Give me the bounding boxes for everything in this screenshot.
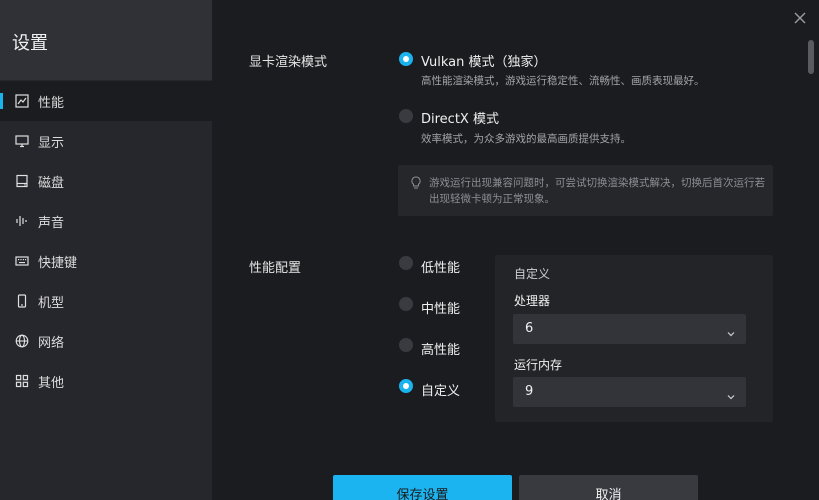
memory-select[interactable]: 9: [513, 377, 746, 407]
sidebar-item-label: 磁盘: [38, 175, 65, 191]
chevron-down-icon: [726, 324, 736, 337]
memory-select-value: 9: [525, 384, 534, 399]
custom-performance-label[interactable]: 自定义: [421, 380, 460, 399]
medium-performance-radio[interactable]: [399, 297, 413, 311]
settings-content: 显卡渲染模式 Vulkan 模式（独家） 高性能渲染模式，游戏运行稳定性、流畅性…: [212, 0, 819, 500]
scrollbar-thumb[interactable]: [808, 40, 814, 74]
sidebar-item-label: 快捷键: [38, 255, 78, 271]
sidebar: 设置 性能 显示 磁盘 声音 快捷键 机型 网络 其他: [0, 0, 212, 500]
vulkan-radio[interactable]: [399, 52, 413, 66]
sidebar-item-label: 机型: [38, 295, 65, 311]
lightbulb-icon: [410, 175, 422, 189]
disk-icon: [14, 173, 30, 189]
vulkan-option-label[interactable]: Vulkan 模式（独家）: [421, 51, 547, 70]
save-settings-button[interactable]: 保存设置: [333, 475, 512, 500]
medium-performance-label[interactable]: 中性能: [421, 298, 460, 317]
keyboard-icon: [14, 253, 30, 269]
settings-title: 设置: [12, 33, 48, 54]
vulkan-option-desc: 高性能渲染模式，游戏运行稳定性、流畅性、画质表现最好。: [421, 75, 705, 87]
cpu-select[interactable]: 6: [513, 314, 746, 344]
high-performance-radio[interactable]: [399, 338, 413, 352]
directx-option-label[interactable]: DirectX 模式: [421, 108, 499, 127]
sidebar-item-disk[interactable]: 磁盘: [0, 161, 212, 201]
cancel-button[interactable]: 取消: [519, 475, 698, 500]
cpu-select-value: 6: [525, 321, 534, 336]
chart-line-icon: [14, 93, 30, 109]
low-performance-radio[interactable]: [399, 256, 413, 270]
sidebar-item-performance[interactable]: 性能: [0, 81, 212, 121]
render-mode-tip: 游戏运行出现兼容问题时，可尝试切换渲染模式解决，切换后首次运行若出现轻微卡顿为正…: [398, 165, 773, 216]
high-performance-label[interactable]: 高性能: [421, 339, 460, 358]
cpu-label: 处理器: [514, 294, 551, 308]
sidebar-item-label: 性能: [38, 95, 65, 111]
custom-config-panel: 自定义 处理器 6 运行内存 9: [495, 255, 773, 422]
sidebar-item-label: 显示: [38, 135, 65, 151]
globe-icon: [14, 333, 30, 349]
sound-wave-icon: [14, 213, 30, 229]
sidebar-item-other[interactable]: 其他: [0, 361, 212, 401]
sidebar-header: 设置: [0, 0, 212, 80]
custom-panel-title: 自定义: [514, 267, 551, 281]
sidebar-item-label: 声音: [38, 215, 65, 231]
sidebar-item-display[interactable]: 显示: [0, 121, 212, 161]
sidebar-item-sound[interactable]: 声音: [0, 201, 212, 241]
directx-radio[interactable]: [399, 109, 413, 123]
sidebar-item-network[interactable]: 网络: [0, 321, 212, 361]
sidebar-item-label: 其他: [38, 375, 65, 391]
render-mode-label: 显卡渲染模式: [249, 55, 328, 70]
sidebar-item-hotkeys[interactable]: 快捷键: [0, 241, 212, 281]
custom-performance-radio[interactable]: [399, 379, 413, 393]
low-performance-label[interactable]: 低性能: [421, 257, 460, 276]
monitor-icon: [14, 133, 30, 149]
memory-label: 运行内存: [514, 358, 563, 372]
sidebar-item-label: 网络: [38, 335, 65, 351]
tip-text: 游戏运行出现兼容问题时，可尝试切换渲染模式解决，切换后首次运行若出现轻微卡顿为正…: [429, 177, 765, 205]
sidebar-nav: 性能 显示 磁盘 声音 快捷键 机型 网络 其他: [0, 81, 212, 401]
performance-label: 性能配置: [249, 261, 302, 276]
chevron-down-icon: [726, 387, 736, 400]
sidebar-item-device-model[interactable]: 机型: [0, 281, 212, 321]
close-icon[interactable]: [792, 10, 808, 26]
grid-icon: [14, 373, 30, 389]
directx-option-desc: 效率模式，为众多游戏的最高画质提供支持。: [421, 133, 631, 145]
phone-icon: [14, 293, 30, 309]
